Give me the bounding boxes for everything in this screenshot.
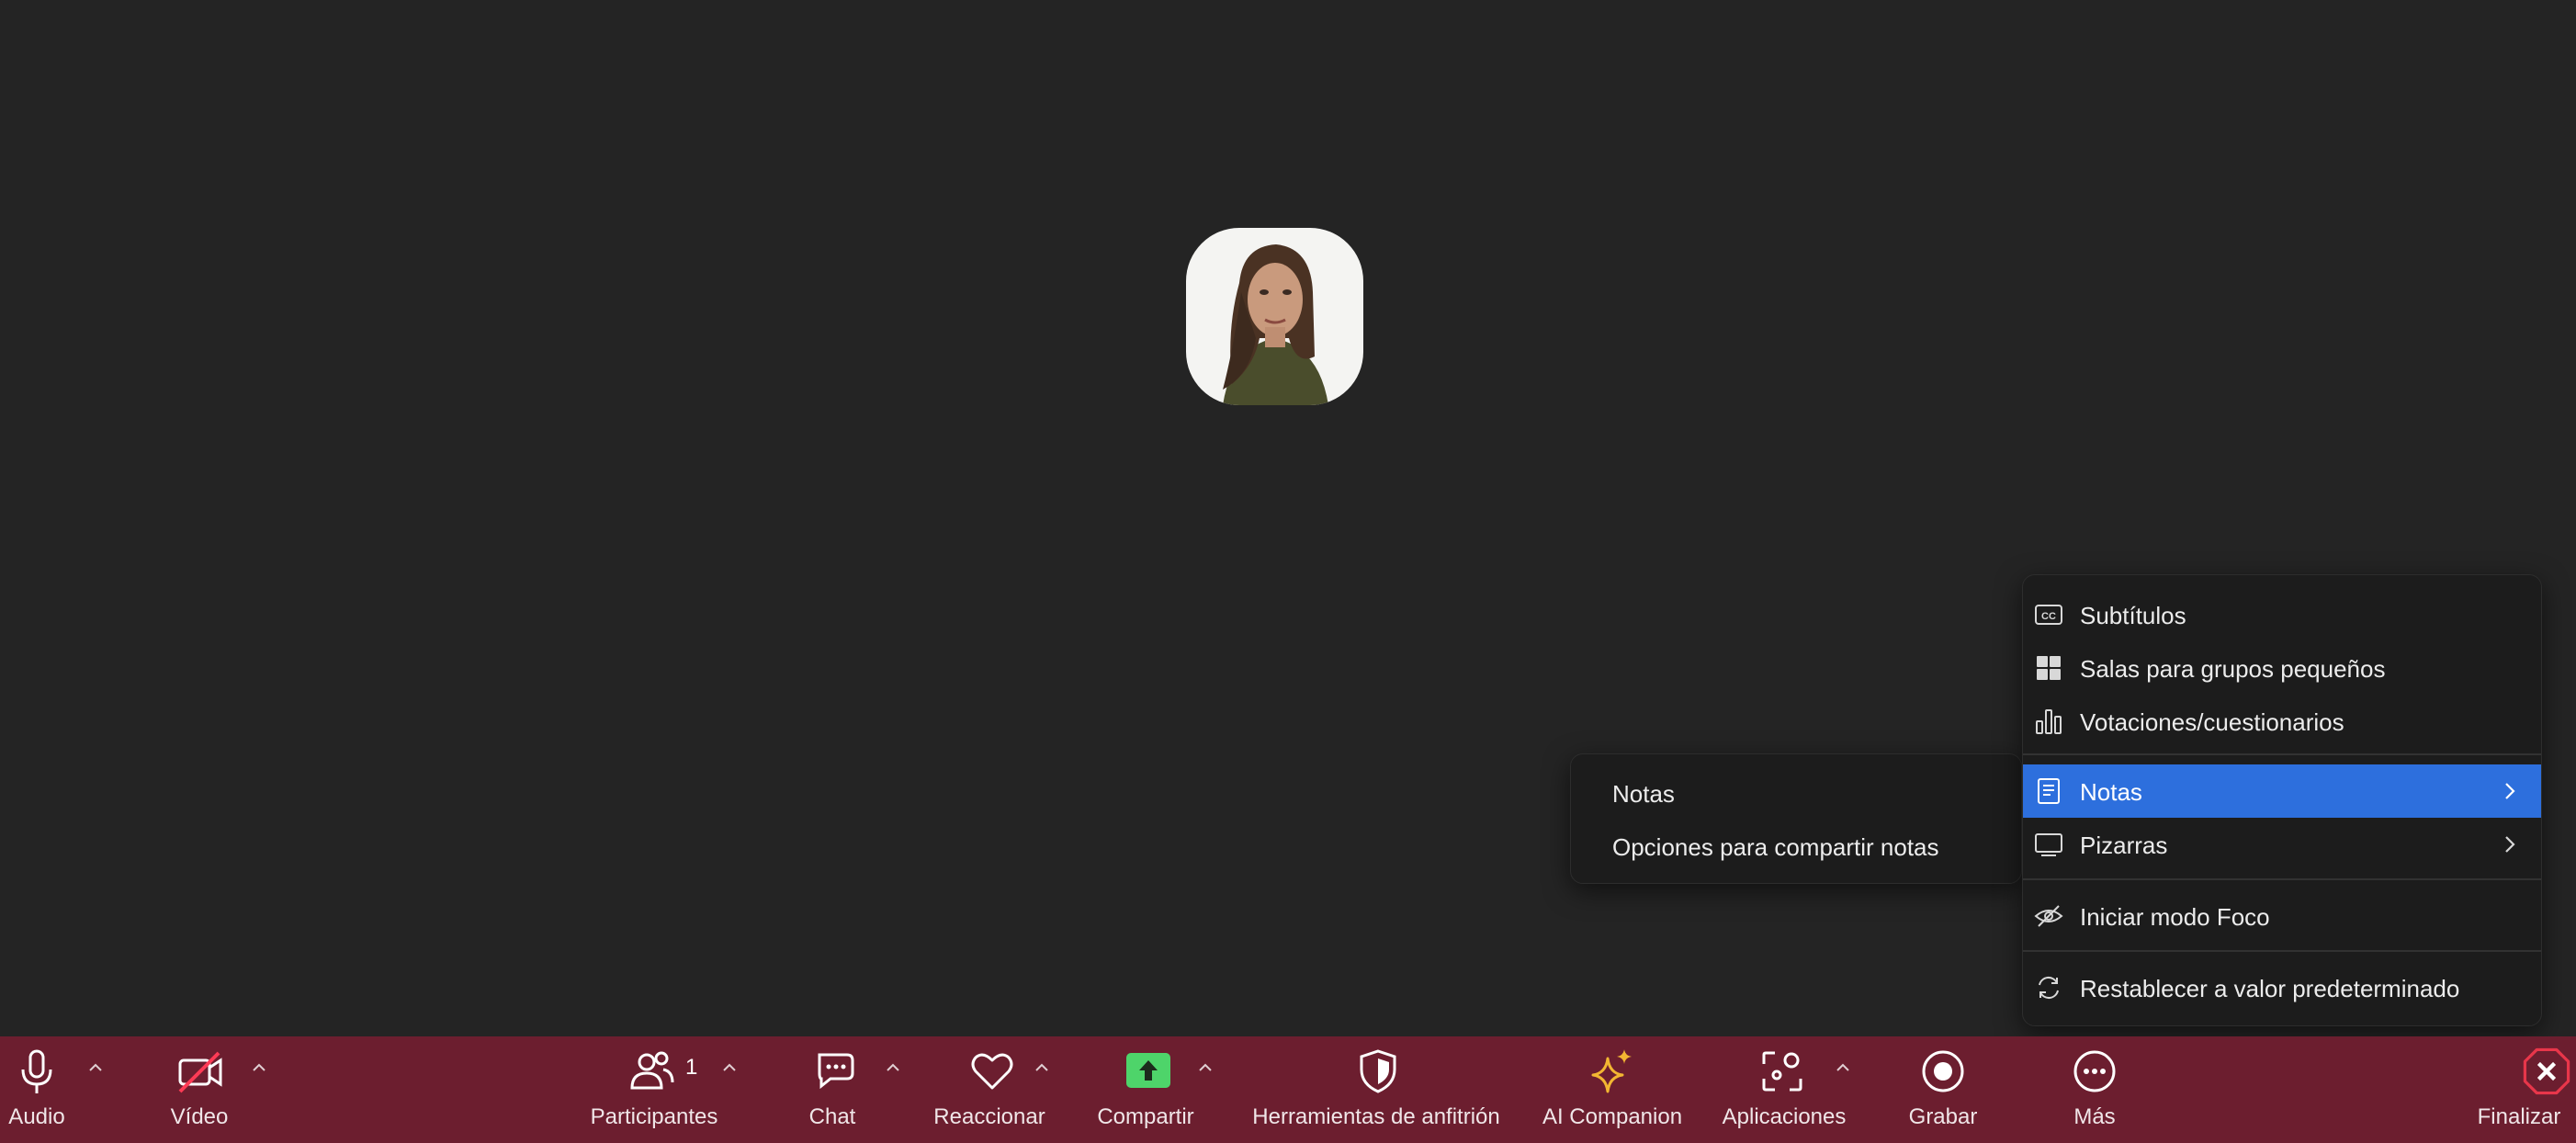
menu-item-label: Salas para grupos pequeños — [2080, 655, 2386, 683]
menu-item-label: Iniciar modo Foco — [2080, 903, 2270, 931]
share-label: Compartir — [1097, 1104, 1194, 1129]
share-screen-icon — [1126, 1053, 1170, 1088]
chat-options-caret-icon[interactable] — [882, 1057, 904, 1079]
menu-divider — [2023, 878, 2541, 880]
participants-options-caret-icon[interactable] — [718, 1057, 740, 1079]
record-label: Grabar — [1908, 1104, 1978, 1129]
audio-label: Audio — [8, 1104, 65, 1129]
notes-icon — [2038, 778, 2060, 804]
video-label: Vídeo — [170, 1104, 229, 1129]
chevron-right-icon — [2505, 783, 2515, 799]
more-label: Más — [2073, 1104, 2116, 1129]
share-button[interactable]: Compartir — [1084, 1036, 1213, 1143]
record-button[interactable]: Grabar — [1892, 1036, 1994, 1143]
participants-count: 1 — [685, 1055, 698, 1080]
menu-item-label: Restablecer a valor predeterminado — [2080, 975, 2460, 1002]
apps-button[interactable]: Aplicaciones — [1709, 1036, 1856, 1143]
bar-chart-icon — [2036, 709, 2062, 734]
menu-item-label: Votaciones/cuestionarios — [2080, 708, 2344, 736]
chevron-right-icon — [2505, 836, 2515, 853]
participants-label: Participantes — [590, 1104, 718, 1129]
participants-button[interactable]: 1 Participantes — [579, 1036, 726, 1143]
react-button[interactable]: Reaccionar — [928, 1036, 1056, 1143]
end-label: Finalizar — [2477, 1104, 2561, 1129]
more-button[interactable]: Más — [2049, 1036, 2141, 1143]
menu-item-label: Subtítulos — [2080, 602, 2186, 629]
submenu-item-share-notes-options[interactable]: Opciones para compartir notas — [1571, 820, 2021, 873]
menu-item-focus-mode[interactable]: Iniciar modo Foco — [2023, 889, 2541, 943]
microphone-icon — [21, 1049, 52, 1093]
more-icon — [2073, 1050, 2116, 1092]
menu-item-label: Notas — [2080, 778, 2142, 806]
menu-item-reset-default[interactable]: Restablecer a valor predeterminado — [2023, 961, 2541, 1014]
cc-icon: CC — [2035, 605, 2062, 625]
menu-divider — [2023, 950, 2541, 952]
participant-avatar — [1186, 228, 1363, 405]
end-meeting-icon — [2523, 1047, 2570, 1095]
menu-divider — [2023, 753, 2541, 755]
notes-submenu: Notas Opciones para compartir notas — [1570, 753, 2022, 884]
apps-label: Aplicaciones — [1722, 1104, 1847, 1129]
menu-item-breakout-rooms[interactable]: Salas para grupos pequeños — [2023, 641, 2541, 695]
host-tools-button[interactable]: Herramientas de anfitrión — [1240, 1036, 1516, 1143]
host-tools-label: Herramientas de anfitrión — [1252, 1104, 1500, 1129]
record-icon — [1922, 1050, 1964, 1092]
audio-options-caret-icon[interactable] — [85, 1057, 107, 1079]
menu-item-subtitles[interactable]: CC Subtítulos — [2023, 588, 2541, 641]
menu-item-label: Pizarras — [2080, 832, 2168, 859]
share-options-caret-icon[interactable] — [1194, 1057, 1216, 1079]
apps-options-caret-icon[interactable] — [1832, 1057, 1854, 1079]
chat-button[interactable]: Chat — [790, 1036, 882, 1143]
menu-item-notes[interactable]: Notas — [2023, 764, 2541, 818]
menu-item-polls[interactable]: Votaciones/cuestionarios — [2023, 695, 2541, 748]
meeting-toolbar: Audio Vídeo 1 Participantes Chat Reaccio… — [0, 1036, 2576, 1143]
video-options-caret-icon[interactable] — [248, 1057, 270, 1079]
grid-icon — [2037, 656, 2061, 680]
submenu-item-label: Opciones para compartir notas — [1612, 833, 1939, 861]
chat-icon — [818, 1053, 854, 1090]
video-button[interactable]: Vídeo — [156, 1036, 266, 1143]
shield-icon — [1360, 1049, 1396, 1093]
svg-text:CC: CC — [2041, 611, 2056, 622]
react-options-caret-icon[interactable] — [1031, 1057, 1053, 1079]
eye-off-icon — [2034, 905, 2063, 927]
submenu-item-label: Notas — [1612, 780, 1675, 808]
menu-item-whiteboards[interactable]: Pizarras — [2023, 818, 2541, 871]
sparkle-icon — [1591, 1049, 1632, 1093]
video-off-icon — [178, 1051, 222, 1093]
apps-icon — [1762, 1051, 1802, 1092]
video-stage: Notas Opciones para compartir notas CC S… — [0, 0, 2576, 1036]
whiteboard-icon — [2035, 833, 2062, 856]
end-meeting-button[interactable]: Finalizar — [2462, 1036, 2572, 1143]
ai-companion-button[interactable]: AI Companion — [1534, 1036, 1690, 1143]
heart-icon — [971, 1053, 1013, 1090]
participants-icon — [630, 1051, 674, 1090]
audio-button[interactable]: Audio — [0, 1036, 147, 1143]
more-menu: CC Subtítulos Salas para grupos pequeños… — [2022, 574, 2542, 1026]
react-label: Reaccionar — [933, 1104, 1045, 1129]
chat-label: Chat — [808, 1104, 856, 1129]
reset-icon — [2039, 976, 2059, 1000]
submenu-item-notes[interactable]: Notas — [1571, 766, 2021, 820]
ai-companion-label: AI Companion — [1542, 1104, 1683, 1129]
